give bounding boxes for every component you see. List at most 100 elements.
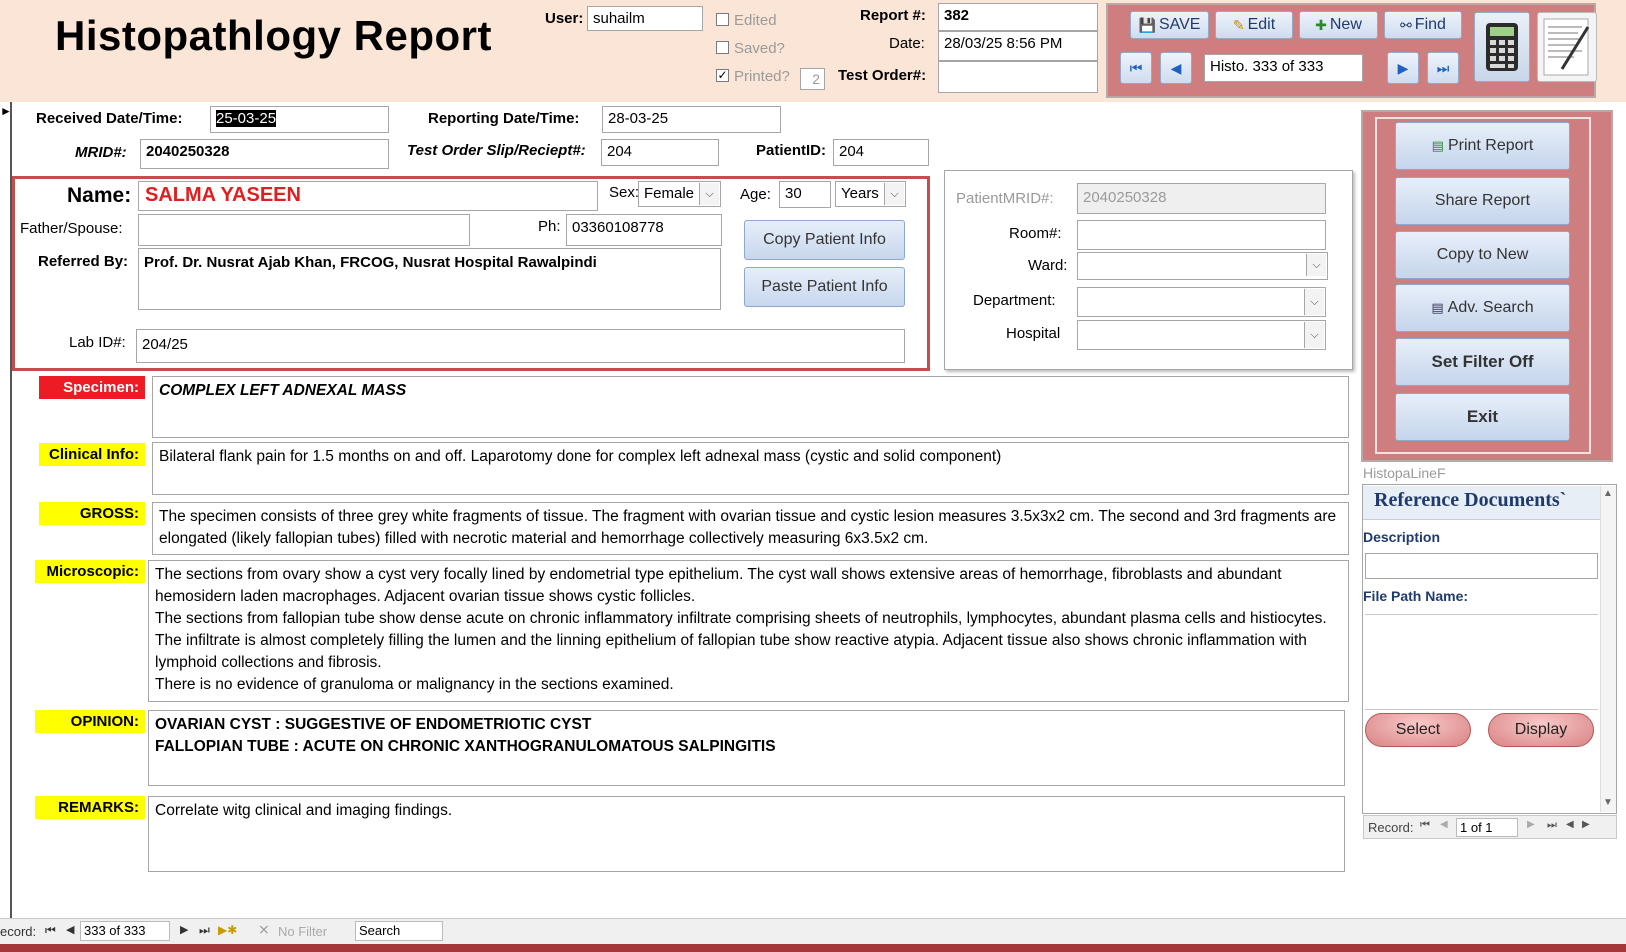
record-label: ecord: [0, 924, 37, 939]
display-button[interactable]: Display [1488, 713, 1594, 747]
scroll-right-icon[interactable]: ▶ [1582, 819, 1590, 830]
date-field[interactable]: 28/03/25 8:56 PM [938, 31, 1098, 61]
reporting-label: Reporting Date/Time: [428, 110, 580, 127]
next-record-button[interactable]: ▶ [1387, 52, 1419, 84]
name-field[interactable]: SALMA YASEEN [138, 181, 598, 211]
first-record-icon[interactable]: ⏮ [45, 923, 56, 938]
father-field[interactable] [138, 214, 470, 246]
description-field[interactable] [1365, 553, 1598, 579]
gross-label: GROSS: [39, 502, 145, 525]
new-button[interactable]: ✚ New [1299, 11, 1378, 39]
labid-field[interactable]: 204/25 [136, 329, 905, 363]
select-button[interactable]: Select [1365, 713, 1471, 747]
age-label: Age: [740, 186, 771, 203]
mrid-label: MRID#: [75, 144, 127, 161]
age-unit-value: Years [841, 185, 879, 202]
print-report-button[interactable]: ▤ Print Report [1395, 122, 1570, 170]
last-record-button[interactable]: ⏭ [1427, 52, 1459, 84]
histopathology-form: Histopathlogy Report User: suhailm Edite… [0, 0, 1626, 952]
chevron-down-icon[interactable]: ⌵ [1304, 322, 1324, 348]
phone-field[interactable]: 03360108778 [566, 214, 722, 246]
edit-button[interactable]: ✎ Edit [1215, 11, 1293, 39]
age-unit-select[interactable]: Years ⌵ [835, 181, 906, 207]
chevron-down-icon[interactable]: ⌵ [1306, 254, 1326, 276]
chevron-down-icon[interactable]: ⌵ [699, 183, 719, 205]
microscopic-paragraph: The sections from ovary show a cyst very… [155, 566, 1282, 605]
new-record-icon[interactable]: ▶✱ [218, 923, 237, 937]
opinion-field[interactable]: OVARIAN CYST : SUGGESTIVE OF ENDOMETRIOT… [148, 710, 1345, 786]
remarks-field[interactable]: Correlate witg clinical and imaging find… [148, 796, 1345, 872]
find-button[interactable]: ⚯ Find [1384, 11, 1462, 39]
room-field[interactable] [1077, 220, 1326, 250]
edited-checkbox[interactable] [716, 13, 729, 26]
chevron-down-icon[interactable]: ⌵ [884, 183, 904, 205]
slip-field[interactable]: 204 [601, 139, 719, 166]
test-order-field[interactable] [938, 61, 1098, 93]
mrid-field[interactable]: 2040250328 [140, 139, 389, 169]
record-position-field[interactable]: 333 of 333 [80, 921, 170, 941]
slip-label: Test Order Slip/Reciept#: [407, 142, 586, 159]
received-value: 25-03-25 [216, 110, 277, 127]
previous-icon[interactable]: ◀ [66, 923, 74, 936]
record-position-field[interactable]: Histo. 333 of 333 [1204, 54, 1363, 82]
notepad-button[interactable] [1537, 12, 1597, 82]
first-record-button[interactable]: ⏮ [1120, 52, 1152, 84]
report-no-field[interactable]: 382 [938, 3, 1098, 31]
microscopic-label: Microscopic: [35, 560, 145, 583]
patientid-field[interactable]: 204 [833, 139, 929, 166]
phone-label: Ph: [538, 218, 561, 235]
saved-checkbox[interactable] [716, 41, 729, 54]
sex-select[interactable]: Female ⌵ [638, 181, 721, 207]
next-icon[interactable]: ▶ [1527, 819, 1535, 830]
save-button[interactable]: 💾 SAVE [1130, 11, 1209, 39]
exit-button[interactable]: Exit [1395, 393, 1570, 441]
gross-field[interactable]: The specimen consists of three grey whit… [152, 502, 1349, 555]
microscopic-field[interactable]: The sections from ovary show a cyst very… [148, 560, 1349, 702]
calculator-icon [1486, 23, 1518, 71]
first-record-icon[interactable]: ⏮ [1420, 819, 1430, 832]
set-filter-off-button[interactable]: Set Filter Off [1395, 338, 1570, 386]
printed-checkbox[interactable]: ✓ [716, 69, 729, 82]
labid-label: Lab ID#: [69, 334, 126, 351]
previous-record-button[interactable]: ◀ [1160, 52, 1192, 84]
paste-patient-info-button[interactable]: Paste Patient Info [744, 267, 905, 307]
microscopic-paragraph: There is no evidence of granuloma or mal… [155, 676, 674, 693]
user-field[interactable]: suhailm [587, 6, 703, 31]
received-field[interactable]: 25-03-25 [210, 106, 389, 133]
last-record-icon: ⏭ [1436, 59, 1450, 76]
subform-scrollbar[interactable] [1600, 486, 1616, 812]
subform-record-field[interactable]: 1 of 1 [1456, 818, 1518, 837]
adv-search-button[interactable]: ▤ Adv. Search [1395, 284, 1570, 332]
referred-field[interactable]: Prof. Dr. Nusrat Ajab Khan, FRCOG, Nusra… [138, 248, 721, 310]
scroll-up-icon[interactable]: ▲ [1603, 488, 1613, 499]
copy-to-new-button[interactable]: Copy to New [1395, 231, 1570, 279]
patientid-label: PatientID: [756, 142, 827, 159]
clinical-info-field[interactable]: Bilateral flank pain for 1.5 months on a… [152, 442, 1349, 495]
specimen-field[interactable]: COMPLEX LEFT ADNEXAL MASS [152, 376, 1349, 438]
chevron-down-icon[interactable]: ⌵ [1304, 289, 1324, 315]
next-icon[interactable]: ▶ [180, 923, 188, 936]
first-record-icon: ⏮ [1129, 59, 1143, 76]
next-icon: ▶ [1397, 59, 1409, 76]
hospital-select[interactable]: ⌵ [1077, 320, 1326, 350]
scroll-left-icon[interactable]: ◀ [1566, 819, 1574, 830]
reporting-field[interactable]: 28-03-25 [602, 106, 781, 133]
previous-icon[interactable]: ◀ [1440, 819, 1448, 830]
room-label: Room#: [1009, 225, 1062, 242]
scroll-down-icon[interactable]: ▼ [1603, 797, 1613, 808]
age-field[interactable]: 30 [779, 181, 831, 208]
ward-select[interactable]: ⌵ [1077, 252, 1328, 280]
name-label: Name: [67, 184, 132, 207]
patientmrid-label: PatientMRID#: [956, 190, 1054, 207]
last-record-icon[interactable]: ⏭ [199, 923, 210, 938]
pencil-icon: ✎ [1232, 16, 1245, 33]
search-input[interactable]: Search [355, 921, 443, 941]
no-filter-label[interactable]: No Filter [278, 924, 327, 939]
last-record-icon[interactable]: ⏭ [1547, 819, 1557, 832]
calculator-button[interactable] [1474, 12, 1530, 82]
copy-patient-info-button[interactable]: Copy Patient Info [744, 220, 905, 260]
share-report-button[interactable]: Share Report [1395, 177, 1570, 225]
record-navigation-bar [0, 918, 1626, 944]
remarks-label: REMARKS: [35, 796, 145, 819]
department-select[interactable]: ⌵ [1077, 287, 1326, 317]
